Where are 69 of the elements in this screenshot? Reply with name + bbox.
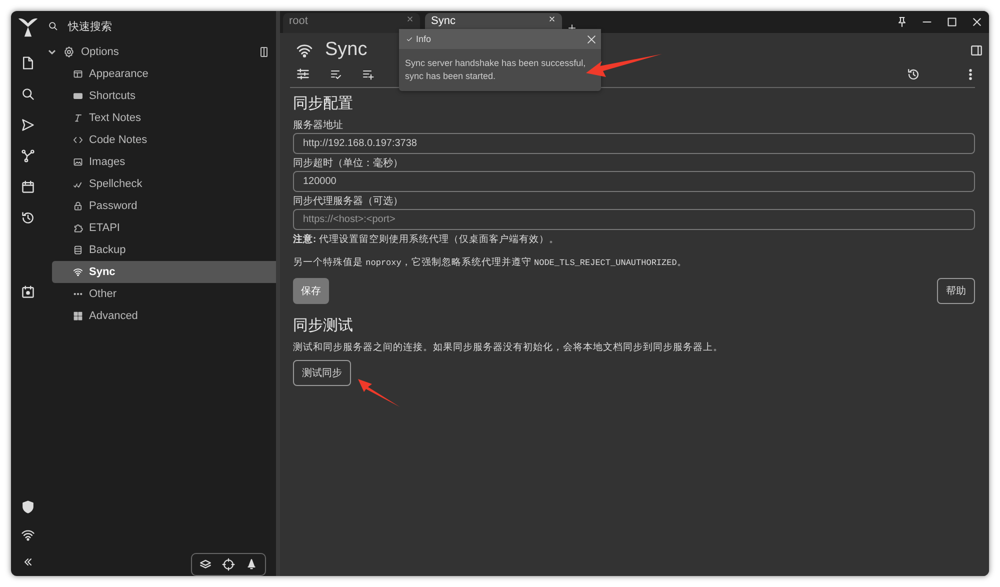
caret-icon[interactable] (47, 47, 57, 57)
quick-search-label[interactable]: 快速搜索 (68, 18, 112, 34)
tree-item[interactable]: Spellcheck (52, 173, 276, 195)
noproxy-note: 另一个特殊值是 noproxy，它强制忽略系统代理并遵守 NODE_TLS_REJECT_UNAUTHORIZED。 (293, 256, 688, 270)
shield-icon[interactable] (20, 500, 34, 514)
code-icon (73, 135, 83, 145)
section-heading: 同步测试 (293, 316, 354, 336)
input-field[interactable]: http://192.168.0.197:3738 (293, 133, 975, 154)
send-icon[interactable] (20, 118, 34, 132)
help-button[interactable]: 帮助 (937, 278, 975, 304)
tree-item[interactable]: Text Notes (52, 107, 276, 129)
field-label: 同步超时（单位：毫秒） (293, 157, 404, 170)
grid-icon (73, 311, 83, 321)
tree-item[interactable]: Other (52, 283, 276, 305)
graph-icon[interactable] (20, 149, 34, 163)
collapse-icon[interactable] (22, 556, 34, 568)
input-field[interactable]: 120000 (293, 171, 975, 192)
list-check-icon[interactable] (330, 68, 342, 80)
list-plus-icon[interactable] (362, 68, 374, 80)
close-icon[interactable] (971, 16, 983, 28)
maximize-icon[interactable] (946, 16, 958, 28)
note-title[interactable]: Sync (325, 39, 368, 61)
wifi-icon[interactable] (20, 528, 34, 542)
search-icon[interactable] (48, 21, 58, 31)
toast-title: Info (416, 34, 432, 44)
check-icon (406, 36, 413, 42)
section-heading: 同步配置 (293, 94, 354, 114)
wifi-icon (296, 42, 313, 58)
close-icon[interactable] (406, 15, 414, 23)
tree-item[interactable]: Images (52, 151, 276, 173)
tree-item[interactable]: ETAPI (52, 217, 276, 239)
toast-message: Sync server handshake has been successful, sync has been started. (404, 57, 587, 83)
new-note-icon[interactable] (20, 56, 34, 70)
tree-item[interactable]: Code Notes (52, 129, 276, 151)
save-button[interactable]: 保存 (293, 278, 329, 304)
tab[interactable]: root (283, 13, 420, 33)
sidebar-icon[interactable] (970, 44, 983, 56)
split-view-icon[interactable] (258, 46, 270, 58)
input-field[interactable]: https://<host>:<port> (293, 209, 975, 230)
italic-t-icon (73, 113, 83, 123)
layers-icon[interactable] (199, 558, 212, 571)
history-icon[interactable] (20, 211, 34, 225)
sliders-icon[interactable] (296, 67, 310, 81)
image-icon (73, 157, 83, 167)
tree-item[interactable]: Shortcuts (52, 85, 276, 107)
tree-item[interactable]: Password (52, 195, 276, 217)
section-description: 测试和同步服务器之间的连接。如果同步服务器没有初始化，会将本地文档同步到同步服务器上。 (293, 341, 724, 354)
search-icon[interactable] (20, 87, 34, 101)
calendar-icon[interactable] (20, 180, 34, 194)
pin-icon[interactable] (896, 16, 908, 28)
puzzle-icon (73, 223, 83, 233)
bell-icon[interactable] (245, 558, 258, 571)
test-sync-button[interactable]: 测试同步 (293, 360, 351, 386)
tree-item[interactable]: Options (44, 41, 276, 63)
field-label: 服务器地址 (293, 119, 344, 132)
field-label: 同步代理服务器（可选） (293, 195, 404, 208)
tree-item[interactable]: Appearance (52, 63, 276, 85)
tree-item[interactable]: Sync (52, 261, 276, 283)
layout-icon (73, 69, 83, 79)
wifi-icon (73, 267, 83, 277)
gear-icon (63, 46, 75, 58)
proxy-note: 注意: 代理设置留空则使用系统代理（仅桌面客户端有效）。 (293, 233, 560, 246)
lock-icon (73, 201, 83, 211)
database-icon (73, 245, 83, 255)
crosshair-icon[interactable] (222, 558, 235, 571)
tree-item[interactable]: Backup (52, 239, 276, 261)
tree-item[interactable]: Advanced (52, 305, 276, 327)
history-icon[interactable] (907, 68, 920, 80)
annotation-arrow (358, 379, 400, 407)
